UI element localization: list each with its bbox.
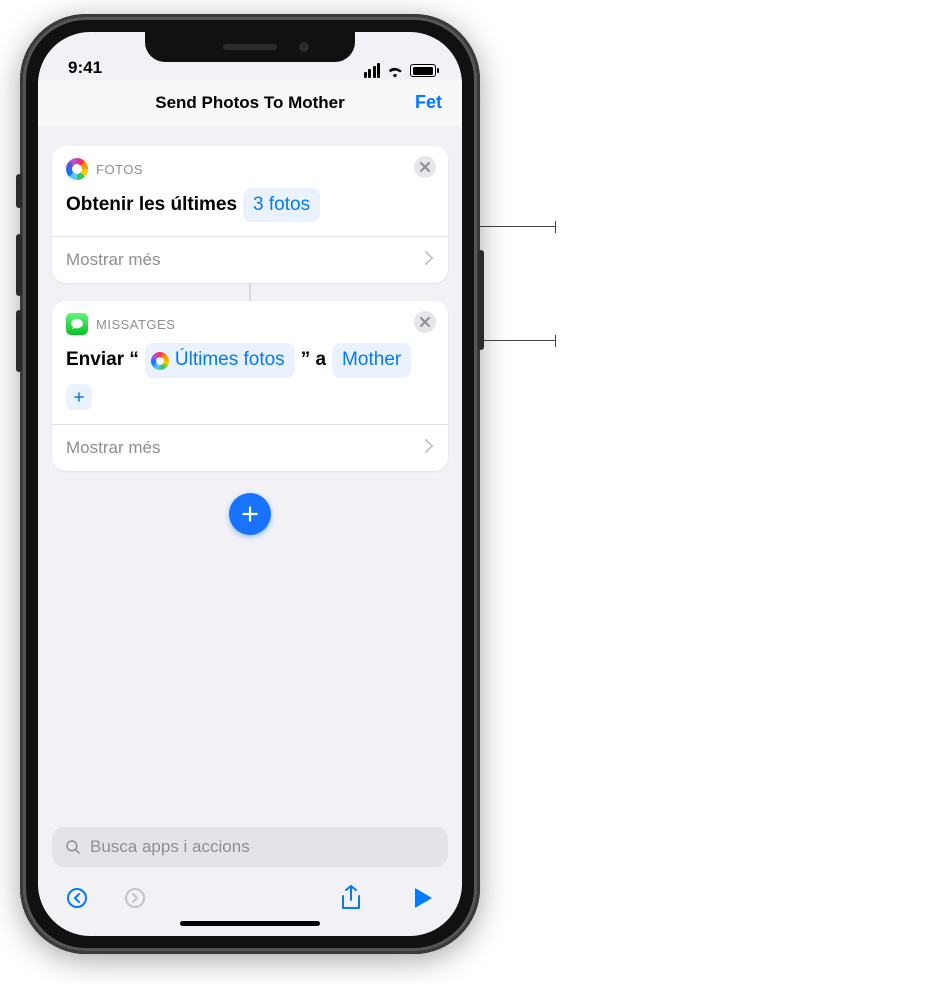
- chevron-right-icon: [425, 250, 434, 270]
- redo-icon: [123, 886, 147, 910]
- close-icon: [420, 317, 430, 327]
- remove-action-button[interactable]: [414, 156, 436, 178]
- wifi-icon: [386, 64, 404, 78]
- undo-icon: [65, 886, 89, 910]
- photos-app-icon: [66, 158, 88, 180]
- shortcut-title: Send Photos To Mother: [155, 93, 345, 113]
- iphone-frame: 9:41 Send Photos To Mother Fet FOTOS: [20, 14, 480, 954]
- action-app-label: FOTOS: [96, 162, 143, 177]
- clock: 9:41: [68, 58, 102, 78]
- photos-glyph-icon: [151, 352, 169, 370]
- battery-icon: [410, 64, 436, 77]
- show-more-button[interactable]: Mostrar més: [52, 236, 448, 283]
- volume-down-button: [16, 310, 22, 372]
- message-input-parameter[interactable]: Últimes fotos: [145, 343, 295, 377]
- redo-button: [120, 883, 150, 913]
- remove-action-button[interactable]: [414, 311, 436, 333]
- show-more-button[interactable]: Mostrar més: [52, 424, 448, 471]
- show-more-label: Mostrar més: [66, 250, 160, 270]
- search-placeholder: Busca apps i accions: [90, 837, 250, 857]
- action-connector: [249, 283, 251, 301]
- volume-up-button: [16, 234, 22, 296]
- add-action-button[interactable]: [229, 493, 271, 535]
- messages-app-icon: [66, 313, 88, 335]
- run-button[interactable]: [408, 883, 438, 913]
- share-icon: [340, 885, 362, 911]
- search-field[interactable]: Busca apps i accions: [52, 827, 448, 867]
- done-button[interactable]: Fet: [415, 92, 442, 113]
- navigation-bar: Send Photos To Mother Fet: [38, 80, 462, 126]
- cellular-icon: [364, 63, 381, 78]
- search-icon: [64, 838, 82, 856]
- action-card-photos[interactable]: FOTOS Obtenir les últimes 3 fotos Mostra…: [52, 146, 448, 283]
- plus-icon: [240, 504, 260, 524]
- action-text: Enviar “: [66, 345, 139, 375]
- home-indicator: [180, 921, 320, 926]
- side-button: [478, 250, 484, 350]
- notch: [145, 32, 355, 62]
- chevron-right-icon: [425, 438, 434, 458]
- add-recipient-button[interactable]: [66, 384, 92, 410]
- mute-switch: [16, 174, 22, 208]
- action-text: ” a: [301, 345, 326, 375]
- action-text: Obtenir les últimes: [66, 190, 237, 220]
- editor-toolbar: [52, 879, 448, 921]
- photo-count-parameter[interactable]: 3 fotos: [243, 188, 320, 222]
- undo-button[interactable]: [62, 883, 92, 913]
- recipient-parameter[interactable]: Mother: [332, 343, 411, 377]
- play-icon: [413, 887, 433, 909]
- plus-icon: [72, 390, 86, 404]
- close-icon: [420, 162, 430, 172]
- action-app-label: MISSATGES: [96, 317, 175, 332]
- share-button[interactable]: [336, 883, 366, 913]
- action-card-messages[interactable]: MISSATGES Enviar “ Últimes fotos ” a Mot…: [52, 301, 448, 470]
- show-more-label: Mostrar més: [66, 438, 160, 458]
